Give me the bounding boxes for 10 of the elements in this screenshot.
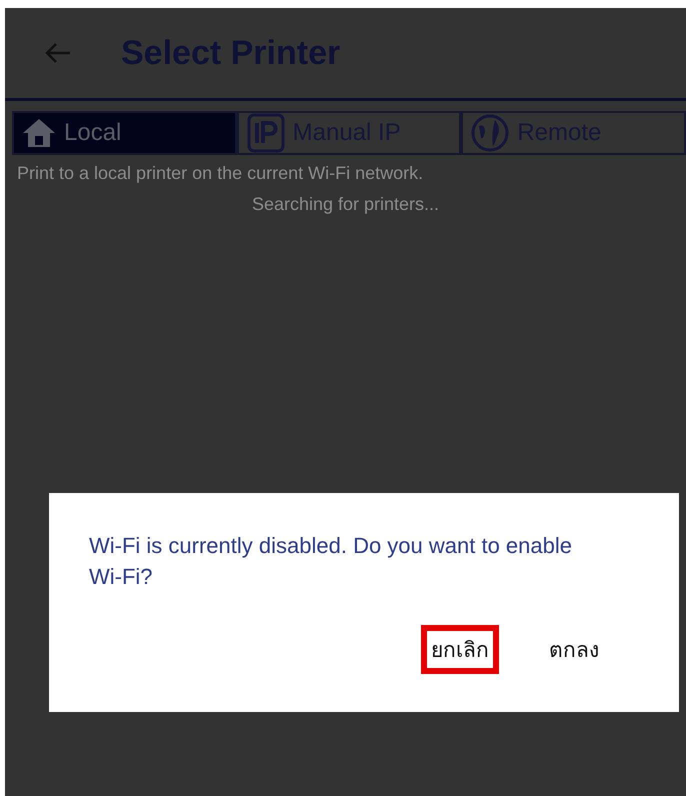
dialog-button[interactable]: ยกเลิก bbox=[421, 624, 499, 674]
tab-label: Local bbox=[64, 119, 122, 147]
status-text: Searching for printers... bbox=[250, 194, 440, 215]
description-text: Print to a local printer on the current Wi-Fi network. bbox=[17, 163, 424, 184]
tab[interactable]: Local bbox=[12, 111, 237, 155]
ip-icon bbox=[246, 113, 285, 153]
home-icon bbox=[22, 118, 56, 148]
back-arrow-icon[interactable] bbox=[45, 42, 71, 64]
dialog-message: Wi-Fi is currently disabled. Do you want to enable Wi-Fi? bbox=[89, 532, 573, 591]
globe-icon bbox=[471, 114, 510, 152]
